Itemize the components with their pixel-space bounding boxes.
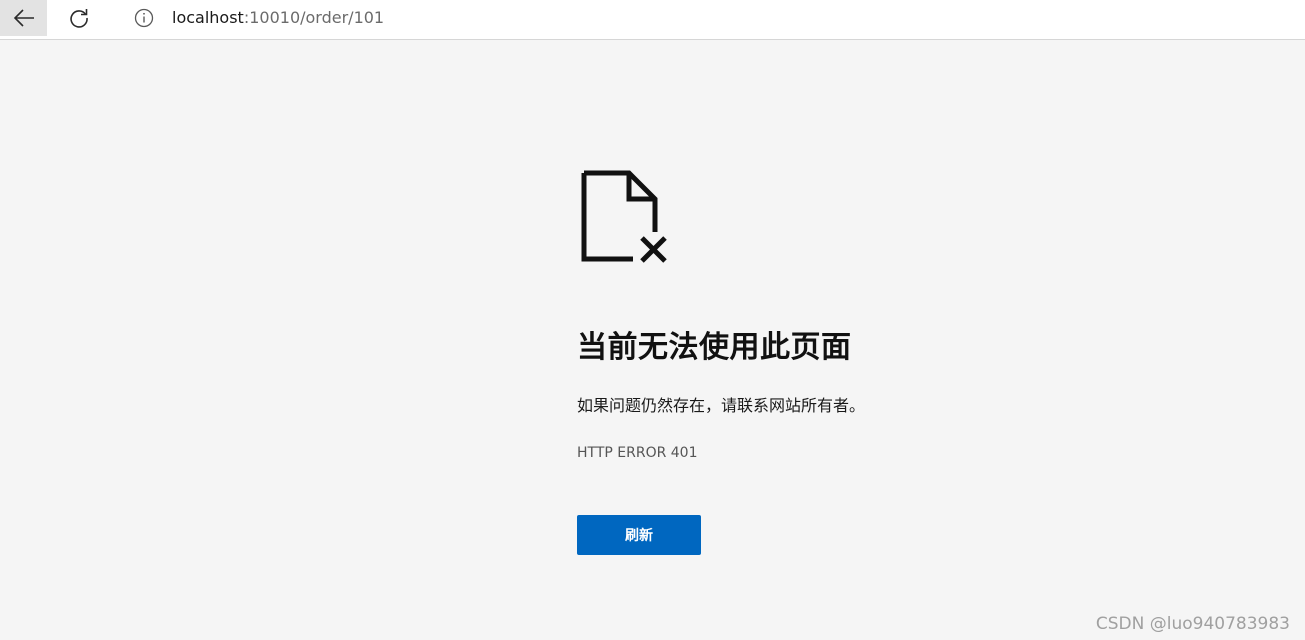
error-code: HTTP ERROR 401 xyxy=(577,445,698,461)
error-message: 如果问题仍然存在，请联系网站所有者。 xyxy=(577,396,866,415)
back-button[interactable] xyxy=(0,0,47,36)
page-title: 当前无法使用此页面 xyxy=(577,330,852,365)
watermark: CSDN @luo940783983 xyxy=(1095,614,1290,634)
broken-document-icon xyxy=(581,170,667,263)
info-icon[interactable] xyxy=(134,8,154,28)
url-text[interactable]: localhost:10010/order/101 xyxy=(172,8,384,27)
reload-icon xyxy=(69,9,88,28)
url-host: localhost xyxy=(172,8,244,27)
url-path: :10010/order/101 xyxy=(243,8,385,27)
refresh-button[interactable]: 刷新 xyxy=(577,515,701,555)
back-arrow-icon xyxy=(13,9,34,27)
browser-toolbar: localhost:10010/order/101 xyxy=(0,0,1305,40)
reload-button[interactable] xyxy=(55,0,102,36)
address-bar[interactable]: localhost:10010/order/101 xyxy=(112,0,1305,35)
